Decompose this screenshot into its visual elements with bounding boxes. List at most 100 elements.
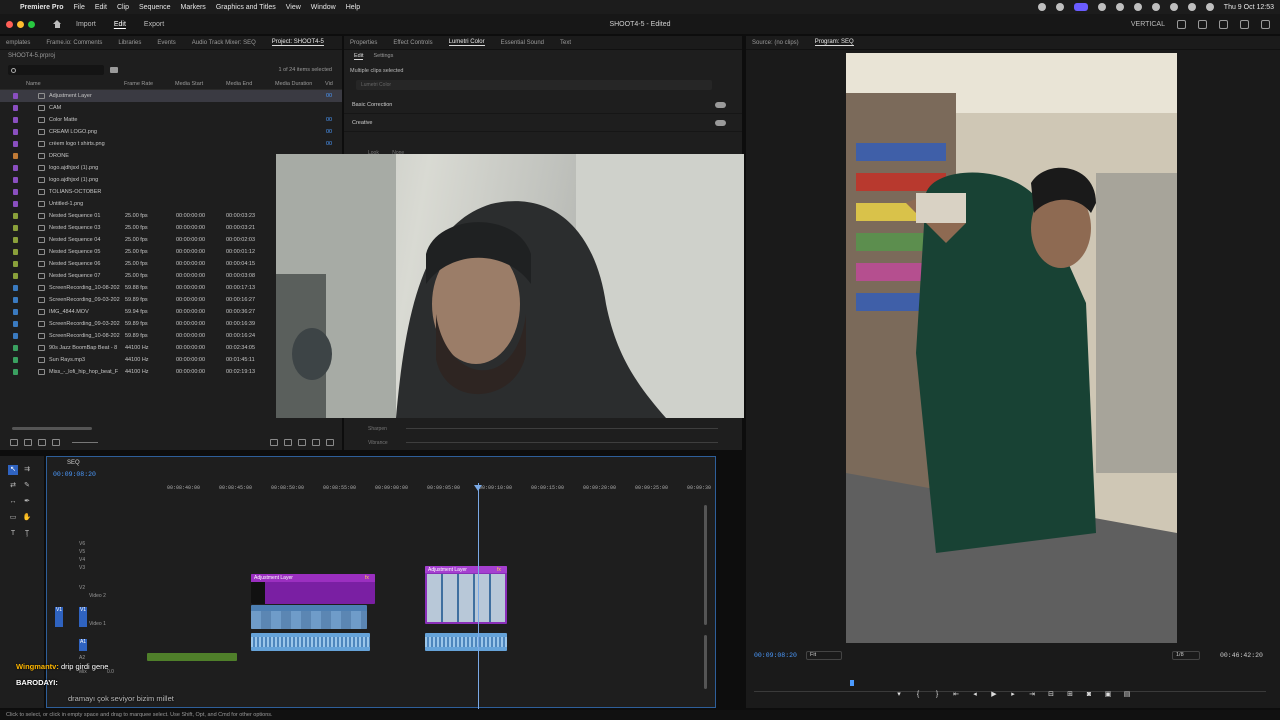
label-color-chip[interactable]	[13, 369, 18, 375]
label-color-chip[interactable]	[13, 165, 18, 171]
tab-import[interactable]: Import	[76, 21, 96, 28]
section-basic-correction[interactable]: Basic Correction	[344, 96, 742, 114]
tab-events[interactable]: Events	[157, 40, 175, 46]
mic-icon[interactable]	[1097, 3, 1106, 11]
record-icon[interactable]	[1037, 3, 1046, 11]
tab-project[interactable]: Project: SHOOT4-5	[271, 39, 324, 46]
wifi-icon[interactable]	[1169, 3, 1178, 11]
label-color-chip[interactable]	[13, 213, 18, 219]
menu-edit[interactable]: Edit	[95, 4, 107, 11]
col-name[interactable]: Name	[26, 81, 41, 87]
zoom-fit-select[interactable]: Fit	[806, 651, 842, 660]
track-target-a1[interactable]: A1	[79, 639, 87, 651]
menu-app[interactable]: Premiere Pro	[20, 4, 64, 11]
col-media-end[interactable]: Media End	[226, 81, 252, 87]
workspaces-icon[interactable]	[1177, 19, 1186, 29]
label-color-chip[interactable]	[13, 201, 18, 207]
col-vid[interactable]: Vid	[325, 81, 333, 87]
tab-program[interactable]: Program: SEQ	[814, 39, 854, 46]
rectangle-tool-icon[interactable]: ▭	[8, 513, 18, 523]
menu-graphics[interactable]: Graphics and Titles	[216, 4, 276, 11]
tab-lumetri-color[interactable]: Lumetri Color	[448, 39, 485, 46]
tab-templates[interactable]: emplates	[6, 40, 30, 46]
label-color-chip[interactable]	[13, 273, 18, 279]
mark-in-icon[interactable]: {	[914, 690, 923, 699]
label-color-chip[interactable]	[13, 345, 18, 351]
col-media-duration[interactable]: Media Duration	[275, 81, 312, 87]
label-color-chip[interactable]	[13, 357, 18, 363]
tab-essential-sound[interactable]: Essential Sound	[501, 40, 544, 46]
col-media-start[interactable]: Media Start	[175, 81, 203, 87]
label-color-chip[interactable]	[13, 261, 18, 267]
timeline-ruler[interactable]: 00:08:40:00 00:08:45:00 00:08:50:00 00:08:5…	[147, 483, 711, 497]
menu-view[interactable]: View	[286, 4, 301, 11]
sequence-tab[interactable]: SEQ	[67, 460, 80, 466]
extract-icon[interactable]: ⊞	[1066, 690, 1075, 699]
tab-libraries[interactable]: Libraries	[118, 40, 141, 46]
tab-text[interactable]: Text	[560, 40, 571, 46]
horizontal-scrollbar[interactable]	[12, 427, 92, 430]
search-icon[interactable]	[1187, 3, 1196, 11]
label-color-chip[interactable]	[13, 141, 18, 147]
timeline-timecode[interactable]: 00:09:08:20	[53, 471, 96, 478]
new-item-icon[interactable]	[298, 438, 306, 446]
fx-badge[interactable]: fx	[497, 567, 501, 573]
clock[interactable]: Thu 9 Oct 12:53	[1224, 4, 1274, 11]
audio-clip[interactable]	[251, 633, 370, 651]
section-creative[interactable]: Creative	[344, 114, 742, 132]
menu-help[interactable]: Help	[346, 4, 360, 11]
label-color-chip[interactable]	[13, 237, 18, 243]
tab-source[interactable]: Source: (no clips)	[752, 40, 799, 46]
video-clip-group[interactable]	[251, 605, 367, 629]
adjustment-layer-clip[interactable]: Adjustment Layer fx	[251, 574, 375, 604]
pencil-icon[interactable]	[10, 438, 18, 446]
label-color-chip[interactable]	[13, 177, 18, 183]
adjustment-layer-clip-2[interactable]: Adjustment Layer fx	[425, 566, 507, 624]
playback-resolution-select[interactable]: 1/8	[1172, 651, 1200, 660]
menu-clip[interactable]: Clip	[117, 4, 129, 11]
label-color-chip[interactable]	[13, 189, 18, 195]
comparison-view-icon[interactable]: ▣	[1104, 690, 1113, 699]
tab-export[interactable]: Export	[144, 21, 164, 28]
track-name[interactable]: Video 1	[89, 621, 106, 627]
label-color-chip[interactable]	[13, 249, 18, 255]
label-color-chip[interactable]	[13, 309, 18, 315]
tab-edit[interactable]: Edit	[114, 21, 126, 28]
label-color-chip[interactable]	[13, 153, 18, 159]
label-color-chip[interactable]	[13, 225, 18, 231]
audio-clip-2[interactable]	[425, 633, 507, 651]
volume-icon[interactable]	[1133, 3, 1142, 11]
menu-markers[interactable]: Markers	[181, 4, 206, 11]
sync-icon[interactable]	[1055, 3, 1064, 11]
icon-view-icon[interactable]	[38, 438, 46, 446]
tab-effect-controls[interactable]: Effect Controls	[393, 40, 432, 46]
label-color-chip[interactable]	[13, 297, 18, 303]
go-to-out-icon[interactable]: ⇥	[1028, 690, 1037, 699]
playhead-timecode[interactable]: 00:09:08:20	[754, 652, 797, 659]
lift-icon[interactable]: ⊟	[1047, 690, 1056, 699]
menu-sequence[interactable]: Sequence	[139, 4, 171, 11]
track-select-icon[interactable]: ⇉	[22, 465, 32, 475]
workspace-label[interactable]: VERTICAL	[1131, 21, 1165, 28]
label-color-chip[interactable]	[13, 285, 18, 291]
label-color-chip[interactable]	[13, 129, 18, 135]
project-search-input[interactable]	[8, 65, 104, 75]
project-item-row[interactable]: Color Matte 00	[0, 114, 342, 126]
ripple-edit-icon[interactable]: ⇄	[8, 481, 18, 491]
audio-scrollbar[interactable]	[704, 635, 707, 689]
step-forward-icon[interactable]: ▸	[1009, 690, 1018, 699]
type-tool-icon[interactable]: T	[8, 529, 18, 539]
track-target-v1[interactable]: V1	[79, 607, 87, 627]
sharpen-slider[interactable]	[406, 428, 718, 429]
label-color-chip[interactable]	[13, 93, 18, 99]
project-item-row[interactable]: CREAM LOGO.png 00	[0, 126, 342, 138]
vibrance-slider[interactable]	[406, 442, 718, 443]
tab-properties[interactable]: Properties	[350, 40, 377, 46]
quick-export-icon[interactable]	[1219, 19, 1228, 29]
razor-tool-icon[interactable]: ✎	[22, 481, 32, 491]
tab-frameio[interactable]: Frame.io: Comments	[46, 40, 102, 46]
export-frame-icon[interactable]: ◙	[1085, 690, 1094, 699]
minimize-window-button[interactable]	[17, 20, 24, 28]
home-icon[interactable]	[53, 20, 62, 28]
close-window-button[interactable]	[6, 20, 13, 28]
